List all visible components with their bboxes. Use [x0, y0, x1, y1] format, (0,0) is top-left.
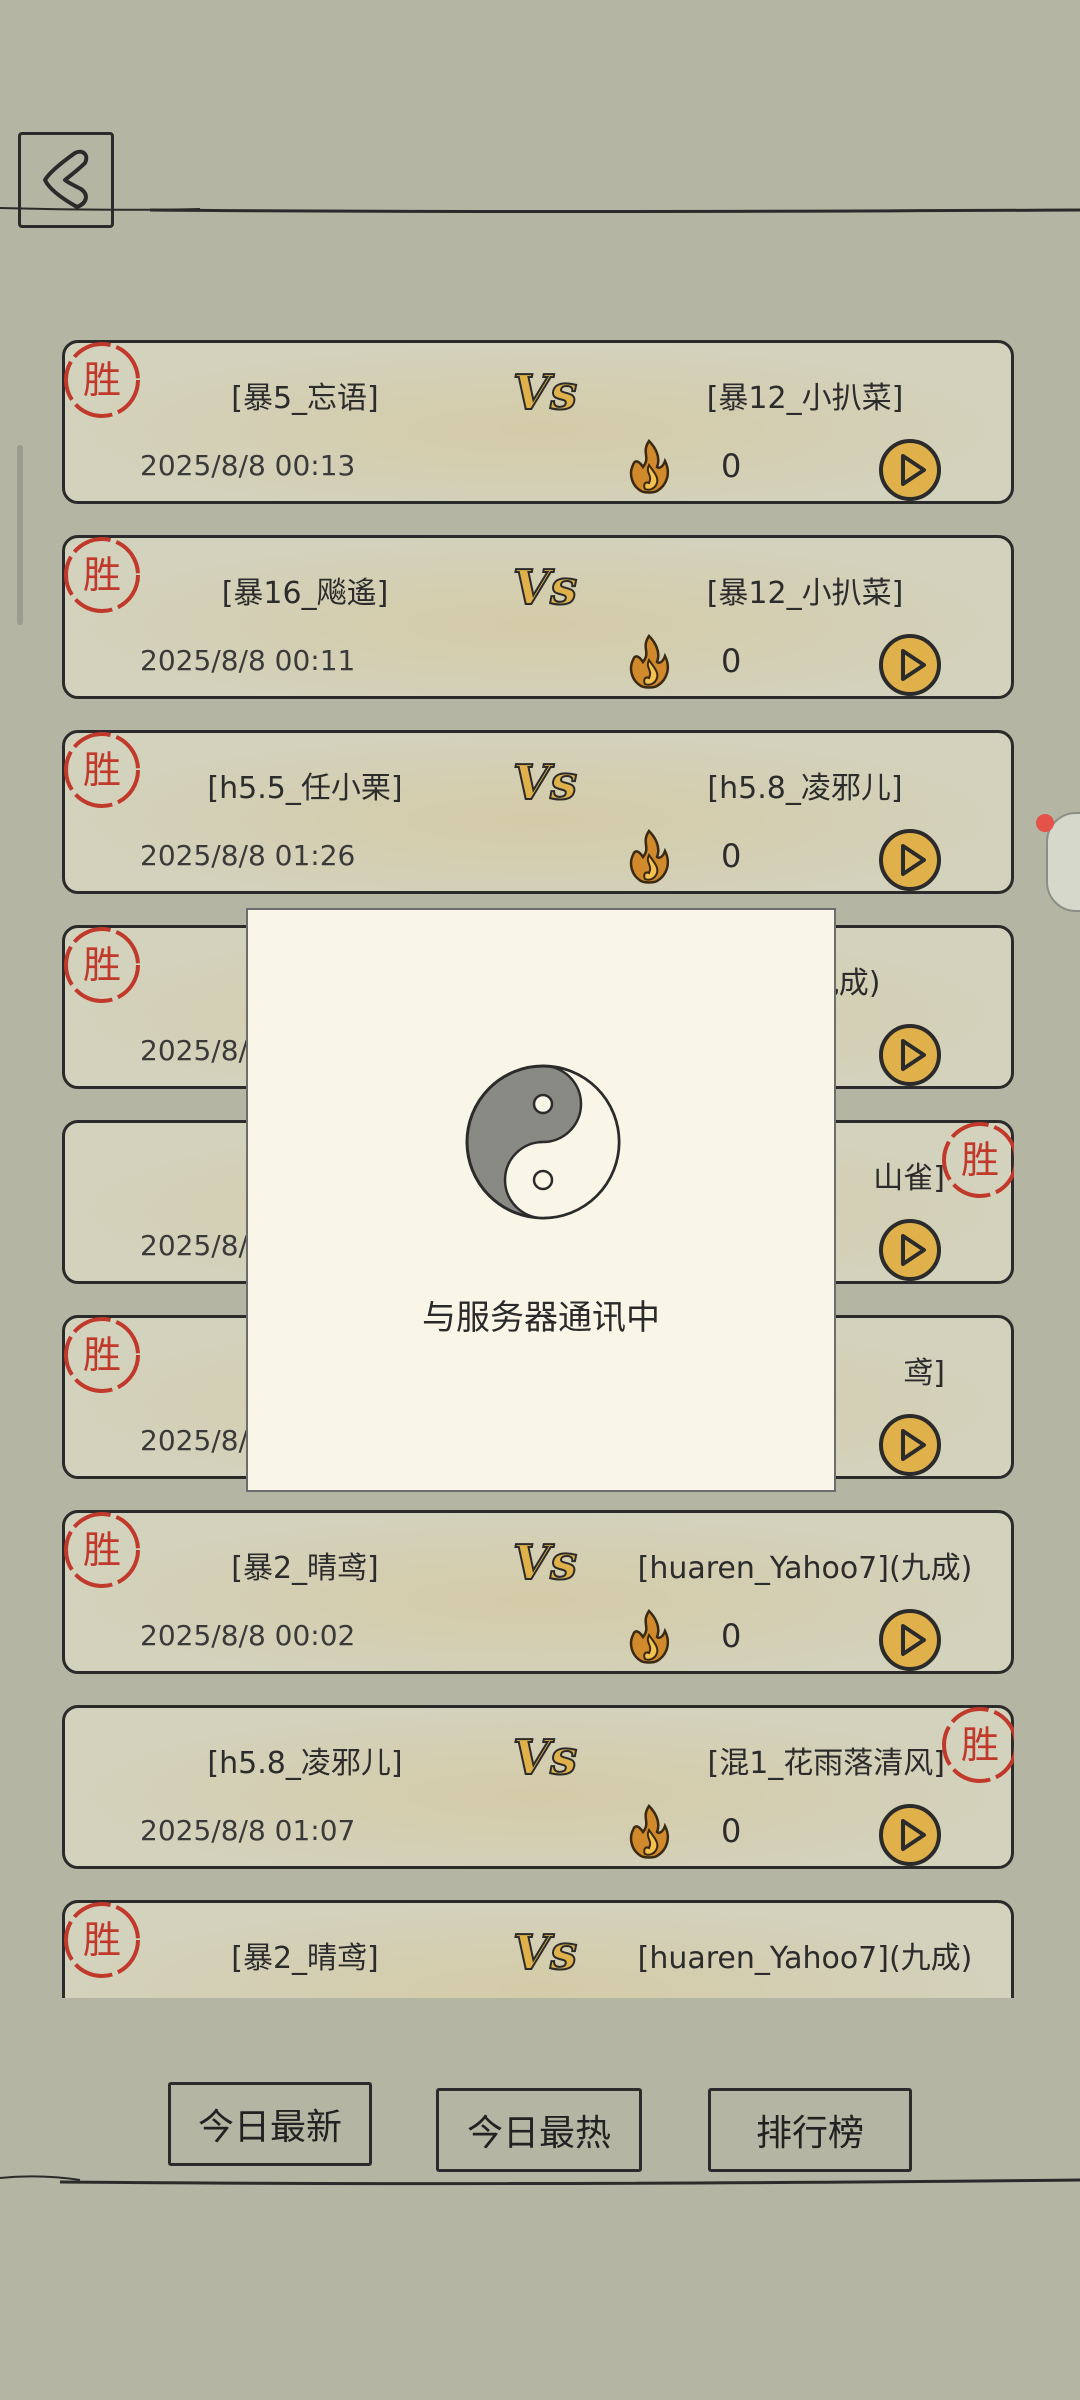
player2-name: [暴12_小扒菜]	[706, 576, 904, 611]
match-card[interactable]: [暴2_晴鸢] Vs [huaren_Yahoo7](九成) 2025/8/8 …	[62, 1510, 1014, 1674]
win-stamp: 胜	[64, 1512, 140, 1588]
play-button[interactable]	[877, 1607, 943, 1673]
match-card[interactable]: [h5.5_任小栗] Vs [h5.8_凌邪儿] 2025/8/8 01:26 …	[62, 730, 1014, 894]
player2-name: [huaren_Yahoo7](九成)	[637, 1551, 973, 1586]
play-button[interactable]	[877, 1022, 943, 1088]
svg-text:Vs: Vs	[513, 1730, 577, 1786]
top-frame-line	[0, 207, 1080, 213]
win-stamp: 胜	[64, 732, 140, 808]
fire-icon	[629, 1804, 669, 1859]
play-button[interactable]	[877, 827, 943, 893]
svg-text:胜: 胜	[83, 748, 121, 792]
scroll-indicator	[17, 445, 23, 625]
svg-text:Vs: Vs	[513, 365, 577, 421]
match-date: 2025/8/8 00:13	[140, 449, 356, 482]
vs-icon: Vs	[512, 1534, 578, 1592]
svg-text:Vs: Vs	[513, 1925, 577, 1981]
play-button[interactable]	[877, 1217, 943, 1283]
match-date: 2025/8/8 00:11	[140, 644, 356, 677]
play-count: 0	[721, 837, 742, 875]
svg-text:胜: 胜	[83, 943, 121, 987]
win-stamp: 胜	[64, 927, 140, 1003]
fire-icon	[629, 634, 669, 689]
match-card[interactable]: [h5.8_凌邪儿] Vs [混1_花雨落清风] 2025/8/8 01:07 …	[62, 1705, 1014, 1869]
taiji-loading-icon	[465, 1064, 621, 1220]
player1-name: [暴16_飚遙]	[221, 576, 389, 611]
match-date: 2025/8/	[140, 1229, 248, 1262]
play-count: 0	[721, 642, 742, 680]
svg-text:胜: 胜	[961, 1723, 999, 1767]
play-count: 0	[721, 1812, 742, 1850]
player1-name: [暴5_忘语]	[231, 381, 379, 416]
match-date: 2025/8/8 01:26	[140, 839, 356, 872]
win-stamp: 胜	[942, 1122, 1014, 1198]
fire-icon	[629, 1609, 669, 1664]
player1-name: [h5.5_任小栗]	[207, 771, 403, 806]
svg-text:Vs: Vs	[513, 1535, 577, 1591]
player1-name: [h5.8_凌邪儿]	[207, 1746, 403, 1781]
win-stamp: 胜	[942, 1707, 1014, 1783]
svg-text:胜: 胜	[83, 358, 121, 402]
fire-icon	[629, 439, 669, 494]
vs-icon: Vs	[512, 754, 578, 812]
match-date: 2025/8/	[140, 1034, 248, 1067]
player2-name: [混1_花雨落清风]	[707, 1746, 946, 1781]
match-card[interactable]: [暴16_飚遙] Vs [暴12_小扒菜] 2025/8/8 00:11 0 胜	[62, 535, 1014, 699]
win-stamp: 胜	[64, 1317, 140, 1393]
play-count: 0	[721, 447, 742, 485]
back-button[interactable]	[18, 132, 114, 228]
match-date: 2025/8/8 00:02	[140, 1619, 356, 1652]
player1-name: [暴2_晴鸢]	[231, 1941, 379, 1976]
svg-text:胜: 胜	[83, 553, 121, 597]
svg-text:胜: 胜	[961, 1138, 999, 1182]
match-date: 2025/8/	[140, 1424, 248, 1457]
notification-dot	[1036, 814, 1054, 832]
tab-ranking[interactable]: 排行榜	[708, 2088, 912, 2172]
match-date: 2025/8/8 01:07	[140, 1814, 356, 1847]
svg-text:Vs: Vs	[513, 560, 577, 616]
vs-icon: Vs	[512, 1924, 578, 1982]
bottom-frame-line	[0, 2175, 1080, 2186]
svg-text:Vs: Vs	[513, 755, 577, 811]
play-button[interactable]	[877, 1412, 943, 1478]
play-button[interactable]	[877, 632, 943, 698]
match-card[interactable]: [暴2_晴鸢] Vs [huaren_Yahoo7](九成) 胜	[62, 1900, 1014, 1998]
loading-dialog: 与服务器通讯中	[246, 908, 836, 1492]
play-button[interactable]	[877, 437, 943, 503]
win-stamp: 胜	[64, 1902, 140, 1978]
fire-icon	[629, 829, 669, 884]
player2-name: [暴12_小扒菜]	[706, 381, 904, 416]
vs-icon: Vs	[512, 364, 578, 422]
back-arrow-icon	[43, 149, 89, 209]
vs-icon: Vs	[512, 1729, 578, 1787]
svg-text:胜: 胜	[83, 1528, 121, 1572]
vs-icon: Vs	[512, 559, 578, 617]
tab-today-latest[interactable]: 今日最新	[168, 2082, 372, 2166]
player1-name: [暴2_晴鸢]	[231, 1551, 379, 1586]
svg-text:胜: 胜	[83, 1918, 121, 1962]
loading-message: 与服务器通讯中	[422, 1298, 660, 1338]
player2-name: [h5.8_凌邪儿]	[707, 771, 903, 806]
tab-today-hot[interactable]: 今日最热	[436, 2088, 642, 2172]
svg-text:胜: 胜	[83, 1333, 121, 1377]
win-stamp: 胜	[64, 537, 140, 613]
match-card[interactable]: [暴5_忘语] Vs [暴12_小扒菜] 2025/8/8 00:13 0 胜	[62, 340, 1014, 504]
play-button[interactable]	[877, 1802, 943, 1868]
player2-name: [huaren_Yahoo7](九成)	[637, 1941, 973, 1976]
win-stamp: 胜	[64, 342, 140, 418]
play-count: 0	[721, 1617, 742, 1655]
